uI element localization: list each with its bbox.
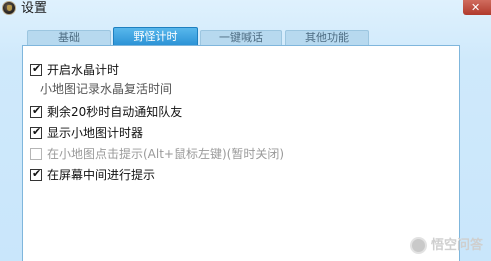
tab-other-features[interactable]: 其他功能 — [285, 30, 369, 45]
notify-teammates-label: 剩余20秒时自动通知队友 — [47, 105, 183, 119]
tab-jungle-timer[interactable]: 野怪计时 — [113, 27, 198, 45]
checkmark-icon: ✔ — [32, 167, 42, 180]
minimap-click-hint-checkbox — [30, 148, 42, 160]
minimap-timer-checkbox[interactable]: ✔ — [30, 125, 42, 139]
crystal-timer-hint: 小地图记录水晶复活时间 — [40, 82, 173, 96]
game-app-icon — [2, 1, 16, 15]
wukong-logo-icon — [410, 237, 427, 254]
screen-center-hint-label: 在屏幕中间进行提示 — [47, 168, 156, 182]
tab-bar: 基础 野怪计时 一键喊话 其他功能 — [0, 27, 491, 45]
minimap-click-hint-label: 在小地图点击提示(Alt+鼠标左键)(暂时关闭) — [47, 147, 285, 161]
title-bar: 设置 ✕ — [0, 0, 491, 22]
checkmark-icon: ✔ — [32, 104, 42, 117]
minimap-timer-label: 显示小地图计时器 — [47, 126, 144, 140]
crystal-timer-label: 开启水晶计时 — [47, 63, 120, 77]
watermark-text: 悟空问答 — [431, 238, 484, 253]
notify-teammates-checkbox[interactable]: ✔ — [30, 104, 42, 118]
tab-basic[interactable]: 基础 — [27, 30, 111, 45]
window-title: 设置 — [21, 1, 48, 16]
close-button[interactable]: ✕ — [463, 0, 491, 15]
screen-center-hint-checkbox[interactable]: ✔ — [30, 167, 42, 181]
settings-window: 设置 ✕ 基础 野怪计时 一键喊话 其他功能 ✔ 开启水晶计时 小地图记录水晶复… — [0, 0, 491, 261]
close-icon: ✕ — [471, 1, 481, 14]
settings-panel: ✔ 开启水晶计时 小地图记录水晶复活时间 ✔ 剩余20秒时自动通知队友 ✔ 显示… — [22, 45, 460, 261]
checkmark-icon: ✔ — [32, 62, 42, 75]
tab-quick-chat[interactable]: 一键喊话 — [200, 30, 282, 45]
crystal-timer-checkbox[interactable]: ✔ — [30, 62, 42, 76]
checkmark-icon: ✔ — [32, 125, 42, 138]
